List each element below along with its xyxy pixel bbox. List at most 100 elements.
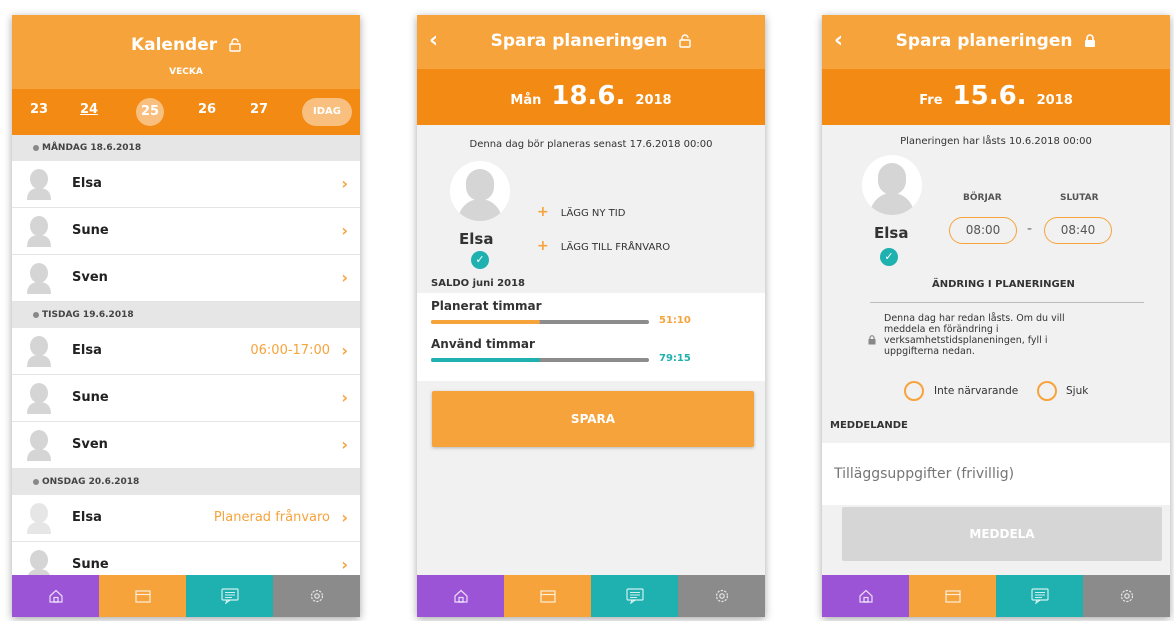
tab-messages[interactable] — [996, 575, 1083, 617]
list-item[interactable]: Sven › — [12, 255, 360, 302]
header-title-wrap: Spara planeringen — [822, 31, 1170, 51]
locked-info: Planeringen har låsts 10.6.2018 00:00 — [900, 136, 1092, 147]
home-icon — [48, 589, 63, 603]
home-icon — [858, 589, 873, 603]
end-time-field[interactable]: 08:40 — [1044, 217, 1112, 244]
lock-icon — [868, 335, 876, 345]
chevron-right-icon: › — [341, 174, 348, 193]
tab-calendar[interactable] — [504, 575, 591, 617]
absent-radio[interactable] — [904, 381, 924, 401]
gear-icon — [1120, 589, 1133, 603]
bottom-tab-bar — [12, 575, 360, 617]
tab-calendar[interactable] — [99, 575, 186, 617]
person-name: Elsa — [874, 224, 909, 242]
avatar — [450, 161, 510, 221]
absence-status: Planerad frånvaro — [213, 510, 330, 525]
add-time-label: LÄGG NY TID — [560, 208, 626, 219]
calendar-screen: Kalender VECKA 23 24 25 26 27 IDAG MÅNDA… — [12, 15, 360, 617]
week-item[interactable]: 23 — [24, 102, 54, 117]
used-hours-bar — [431, 358, 649, 362]
save-button[interactable]: SPARA — [432, 391, 754, 447]
planned-hours-value: 51:10 — [659, 315, 691, 326]
calendar-icon — [944, 590, 961, 603]
tab-messages[interactable] — [186, 575, 273, 617]
person-name: Elsa — [72, 176, 102, 191]
planned-hours-fill — [431, 320, 540, 324]
tab-messages[interactable] — [591, 575, 678, 617]
week-label: VECKA — [169, 67, 203, 77]
date-bar: Mån 18.6. 2018 — [417, 69, 765, 125]
add-absence-button[interactable]: + LÄGG TILL FRÅNVARO — [537, 238, 670, 254]
day-header: ONSDAG 20.6.2018 — [12, 469, 360, 495]
avatar-icon — [27, 383, 51, 414]
deadline-info: Denna dag bör planeras senast 17.6.2018 … — [469, 139, 713, 150]
app-header: ‹ Spara planeringen — [822, 15, 1170, 69]
person-name: Elsa — [72, 510, 102, 525]
sick-radio[interactable] — [1037, 381, 1057, 401]
used-hours-fill — [431, 358, 540, 362]
list-item[interactable]: Sune › — [12, 375, 360, 422]
avatar-icon — [28, 550, 50, 575]
start-time-field[interactable]: 08:00 — [949, 217, 1017, 244]
tab-settings[interactable] — [273, 575, 360, 617]
app-header: ‹ Spara planeringen — [417, 15, 765, 69]
tab-home[interactable] — [822, 575, 909, 617]
week-selector: 23 24 25 26 27 IDAG — [12, 89, 360, 135]
tab-settings[interactable] — [1083, 575, 1170, 617]
person-name: Elsa — [459, 230, 494, 248]
date-display: Fre 15.6. 2018 — [822, 81, 1170, 111]
chat-icon — [625, 588, 644, 604]
person-name: Elsa — [72, 343, 102, 358]
chevron-right-icon: › — [341, 388, 348, 407]
message-input[interactable] — [822, 443, 1170, 505]
check-icon: ✓ — [880, 248, 898, 266]
add-time-button[interactable]: + LÄGG NY TID — [537, 204, 625, 220]
list-item[interactable]: Elsa Planerad frånvaro › — [12, 495, 360, 542]
year: 2018 — [635, 93, 672, 108]
week-item-current[interactable]: 25 — [136, 98, 164, 126]
tab-home[interactable] — [12, 575, 99, 617]
chevron-right-icon: › — [341, 508, 348, 527]
save-plan-screen: ‹ Spara planeringen Mån 18.6. 2018 Denna d… — [417, 15, 765, 617]
schedule-list[interactable]: MÅNDAG 18.6.2018 Elsa › Sune › Sven › TISDA… — [12, 135, 360, 575]
week-item[interactable]: 27 — [244, 102, 274, 117]
tab-home[interactable] — [417, 575, 504, 617]
list-item[interactable]: Elsa 06:00-17:00 › — [12, 328, 360, 375]
page-title: Spara planeringen — [895, 31, 1073, 51]
day-header: TISDAG 19.6.2018 — [12, 302, 360, 328]
gear-icon — [715, 589, 728, 603]
absent-radio-label: Inte närvarande — [934, 385, 1019, 397]
chevron-right-icon: › — [341, 555, 348, 574]
chevron-right-icon: › — [341, 268, 348, 287]
avatar-icon — [27, 263, 51, 294]
timeline-dot — [33, 479, 39, 485]
list-item[interactable]: Sune › — [12, 208, 360, 255]
day-header-label: TISDAG 19.6.2018 — [42, 310, 134, 320]
chevron-right-icon: › — [341, 221, 348, 240]
list-item[interactable]: Sven › — [12, 422, 360, 469]
page-title: Kalender — [130, 35, 218, 55]
avatar-icon — [27, 430, 51, 461]
today-button[interactable]: IDAG — [302, 98, 352, 126]
add-absence-label: LÄGG TILL FRÅNVARO — [560, 242, 671, 253]
page-title: Spara planeringen — [490, 31, 668, 51]
gear-icon — [310, 589, 323, 603]
list-item[interactable]: Sune › — [12, 542, 360, 575]
person-name: Sven — [72, 437, 108, 452]
chevron-right-icon: › — [341, 341, 348, 360]
list-item[interactable]: Elsa › — [12, 161, 360, 208]
submit-button[interactable]: MEDDELA — [842, 507, 1162, 561]
person-name: Sune — [72, 557, 109, 572]
tab-calendar[interactable] — [909, 575, 996, 617]
bottom-tab-bar — [822, 575, 1170, 617]
chat-icon — [220, 588, 239, 604]
planned-hours-label: Planerat timmar — [431, 299, 542, 313]
tab-settings[interactable] — [678, 575, 765, 617]
week-item[interactable]: 26 — [192, 102, 222, 117]
lock-message: Denna dag har redan låsts. Om du vill me… — [884, 313, 1065, 357]
divider — [870, 302, 1144, 303]
date-display: Mån 18.6. 2018 — [417, 81, 765, 111]
week-item[interactable]: 24 — [74, 102, 104, 117]
planned-hours-bar — [431, 320, 649, 324]
start-label: BÖRJAR — [963, 193, 1002, 203]
